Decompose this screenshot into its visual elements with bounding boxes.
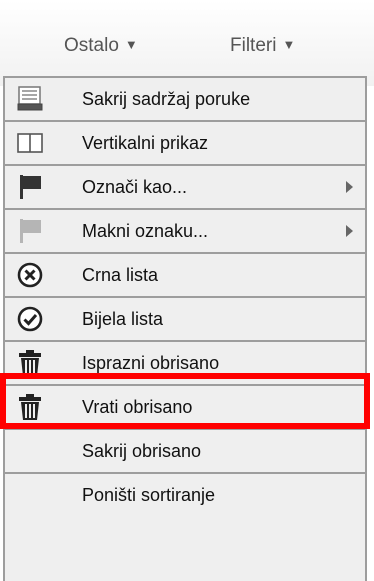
- filteri-label: Filteri: [230, 35, 277, 56]
- menu-item-label: Sakrij obrisano: [82, 441, 202, 461]
- blacklist-x-icon: [17, 262, 43, 288]
- ostalo-dropdown-button[interactable]: Ostalo ▼: [64, 30, 138, 60]
- menu-item-whitelist[interactable]: Bijela lista: [5, 298, 365, 340]
- menu-item-empty-deleted[interactable]: Isprazni obrisano: [5, 342, 365, 384]
- menu-item-restore-deleted[interactable]: Vrati obrisano: [5, 386, 365, 428]
- caret-down-icon: ▼: [124, 37, 138, 52]
- menu-item-label: Označi kao...: [82, 177, 188, 197]
- trash-icon: [19, 350, 41, 376]
- filteri-dropdown-button[interactable]: Filteri ▼: [230, 30, 295, 60]
- whitelist-check-icon: [17, 306, 43, 332]
- menu-item-vertical-view[interactable]: Vertikalni prikaz: [5, 122, 365, 164]
- vertical-view-icon: [17, 133, 43, 153]
- menu-item-label: Poništi sortiranje: [82, 485, 216, 505]
- menu-item-label: Crna lista: [82, 265, 159, 285]
- ostalo-label: Ostalo: [64, 35, 119, 56]
- menu-item-label: Bijela lista: [82, 309, 164, 329]
- hide-content-icon: [17, 86, 43, 111]
- menu-item-remove-mark[interactable]: Makni oznaku...: [5, 210, 365, 252]
- toolbar: Ostalo ▼ Filteri ▼: [0, 0, 374, 86]
- menu-item-reset-sorting[interactable]: Poništi sortiranje: [5, 474, 365, 516]
- submenu-arrow-icon: [346, 181, 353, 193]
- menu-item-hide-deleted[interactable]: Sakrij obrisano: [5, 430, 365, 472]
- caret-down-icon: ▼: [282, 37, 296, 52]
- flag-light-icon: [20, 219, 41, 243]
- menu-item-label: Makni oznaku...: [82, 221, 209, 241]
- submenu-arrow-icon: [346, 225, 353, 237]
- menu-item-blacklist[interactable]: Crna lista: [5, 254, 365, 296]
- menu-item-mark-as[interactable]: Označi kao...: [5, 166, 365, 208]
- menu-item-hide-content[interactable]: Sakrij sadržaj poruke: [5, 78, 365, 120]
- menu-item-label: Sakrij sadržaj poruke: [82, 89, 251, 109]
- menu-item-label: Vrati obrisano: [82, 397, 193, 417]
- flag-dark-icon: [20, 175, 41, 199]
- trash-icon: [19, 394, 41, 420]
- menu-item-label: Isprazni obrisano: [82, 353, 220, 373]
- ostalo-dropdown-menu: Sakrij sadržaj poruke Vertikalni prikaz …: [3, 76, 367, 581]
- menu-item-label: Vertikalni prikaz: [82, 133, 209, 153]
